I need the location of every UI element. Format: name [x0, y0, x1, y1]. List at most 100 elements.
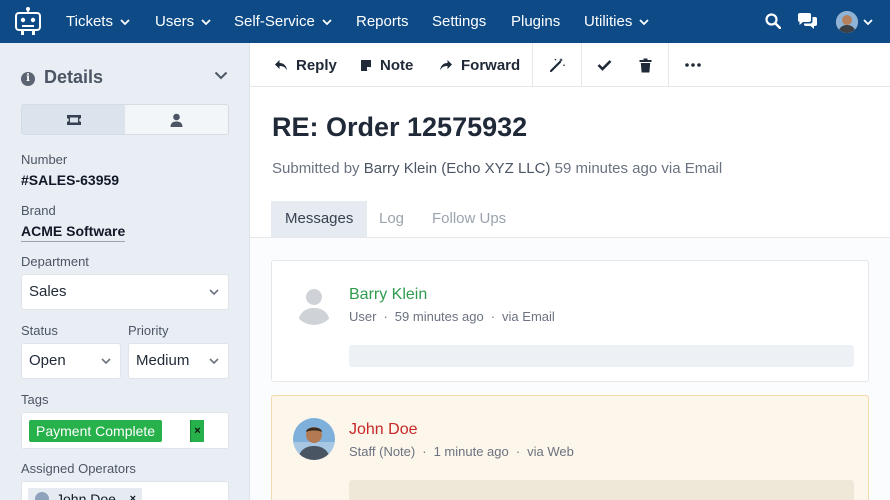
chat-icon[interactable]: [797, 12, 818, 30]
tab-log[interactable]: Log: [379, 201, 404, 237]
message-card-staff-note: John Doe Staff (Note) · 1 minute ago · via W…: [271, 395, 869, 500]
message-time: 59 minutes ago: [394, 309, 484, 324]
nav-reports-label: Reports: [356, 13, 409, 30]
message-body-placeholder: [349, 345, 854, 367]
nav-tickets[interactable]: Tickets: [66, 0, 130, 43]
message-role: User: [349, 309, 377, 324]
magic-wand-icon: [549, 58, 565, 73]
more-actions-button[interactable]: [685, 43, 709, 87]
note-icon: [361, 59, 371, 71]
operator-avatar: [35, 492, 49, 500]
message-body-placeholder: [349, 480, 854, 500]
note-button[interactable]: Note: [360, 43, 413, 87]
chevron-down-icon: [120, 19, 130, 26]
nav-settings[interactable]: Settings: [432, 0, 486, 43]
submitted-suffix: 59 minutes ago via Email: [554, 160, 723, 177]
note-label: Note: [380, 56, 414, 74]
toolbar-divider: [668, 43, 669, 87]
user-view-button[interactable]: [125, 105, 228, 134]
submitter-link[interactable]: Barry Klein: [364, 160, 437, 177]
department-value: Sales: [29, 283, 67, 300]
chevron-down-icon: [322, 19, 332, 26]
forward-label: Forward: [461, 56, 521, 74]
operator-name: John Doe: [56, 491, 116, 500]
message-author[interactable]: Barry Klein: [349, 286, 427, 304]
forward-icon: [440, 59, 452, 70]
robot-logo-icon[interactable]: [14, 6, 42, 36]
tab-messages[interactable]: Messages: [271, 201, 368, 237]
person-silhouette-icon: [298, 289, 330, 325]
message-channel: via Email: [502, 309, 555, 324]
sidebar-view-toggle: [21, 104, 229, 135]
priority-label: Priority: [128, 323, 169, 338]
submitted-prefix: Submitted by: [272, 160, 360, 177]
message-meta: User · 59 minutes ago · via Email: [349, 309, 555, 324]
message-card: Barry Klein User · 59 minutes ago · via Emai…: [271, 260, 869, 382]
trash-icon: [639, 58, 652, 72]
priority-select[interactable]: Medium: [128, 343, 229, 379]
tag-remove-button[interactable]: ×: [190, 420, 204, 442]
resolve-button[interactable]: [597, 43, 620, 87]
message-role: Staff (Note): [349, 444, 416, 459]
nav-self-service-label: Self-Service: [234, 13, 315, 30]
info-icon: i: [21, 72, 35, 86]
user-icon: [170, 113, 183, 127]
nav-utilities[interactable]: Utilities: [584, 0, 649, 43]
number-label: Number: [21, 152, 68, 167]
nav-users-label: Users: [155, 13, 195, 30]
nav-plugins[interactable]: Plugins: [511, 0, 560, 43]
magic-wand-button[interactable]: [549, 43, 573, 87]
forward-button[interactable]: Forward: [439, 43, 520, 87]
chevron-down-icon: [639, 19, 649, 26]
priority-value: Medium: [136, 352, 190, 369]
toolbar-divider: [581, 43, 582, 87]
tag-chip: Payment Complete: [29, 420, 163, 442]
message-author[interactable]: John Doe: [349, 421, 418, 439]
message-time: 1 minute ago: [433, 444, 509, 459]
search-icon[interactable]: [765, 13, 781, 29]
status-select[interactable]: Open: [21, 343, 121, 379]
nav-reports[interactable]: Reports: [356, 0, 409, 43]
staff-avatar-photo: [293, 418, 335, 460]
nav-self-service[interactable]: Self-Service: [234, 0, 332, 43]
ticket-details-sidebar: i Details Number #SALES-63959 Brand ACME …: [0, 43, 250, 500]
ticket-submitted-info: Submitted by Barry Klein (Echo XYZ LLC) …: [272, 160, 722, 177]
chevron-down-icon: [201, 19, 211, 26]
brand-link[interactable]: ACME Software: [21, 223, 126, 242]
staff-avatar: [293, 418, 335, 460]
sidebar-title: Details: [44, 67, 104, 87]
brand-label: Brand: [21, 203, 56, 218]
chevron-down-icon: [209, 289, 219, 295]
operator-remove-button[interactable]: ×: [130, 488, 136, 500]
user-avatar[interactable]: [836, 11, 858, 33]
check-icon: [597, 60, 612, 71]
tags-label: Tags: [21, 392, 49, 407]
chevron-down-icon: [209, 358, 219, 364]
ticket-number: #SALES-63959: [21, 172, 120, 188]
nav-settings-label: Settings: [432, 13, 487, 30]
tab-follow-ups[interactable]: Follow Ups: [432, 201, 506, 237]
toolbar-divider: [532, 43, 533, 87]
department-select[interactable]: Sales: [21, 274, 229, 310]
operator-chip: John Doe ×: [28, 488, 142, 500]
delete-button[interactable]: [639, 43, 660, 87]
ticket-view-button[interactable]: [22, 105, 125, 134]
nav-plugins-label: Plugins: [511, 13, 561, 30]
top-navigation-bar: Tickets Users Self-Service Reports Setti…: [0, 0, 890, 43]
message-meta: Staff (Note) · 1 minute ago · via Web: [349, 444, 574, 459]
chevron-down-icon[interactable]: [214, 71, 228, 80]
status-value: Open: [29, 352, 66, 369]
chevron-down-icon[interactable]: [863, 19, 873, 25]
nav-tickets-label: Tickets: [66, 13, 113, 30]
organisation-link[interactable]: (Echo XYZ LLC): [441, 160, 550, 177]
tags-input[interactable]: Payment Complete ×: [21, 412, 229, 449]
assigned-operators-input[interactable]: John Doe ×: [21, 481, 229, 500]
nav-users[interactable]: Users: [155, 0, 211, 43]
more-icon: [685, 63, 701, 67]
department-label: Department: [21, 254, 89, 269]
reply-button[interactable]: Reply: [274, 43, 337, 87]
operators-label: Assigned Operators: [21, 461, 136, 476]
user-avatar-photo: [836, 11, 858, 33]
sidebar-heading: i Details: [21, 67, 103, 89]
chevron-down-icon: [101, 358, 111, 364]
